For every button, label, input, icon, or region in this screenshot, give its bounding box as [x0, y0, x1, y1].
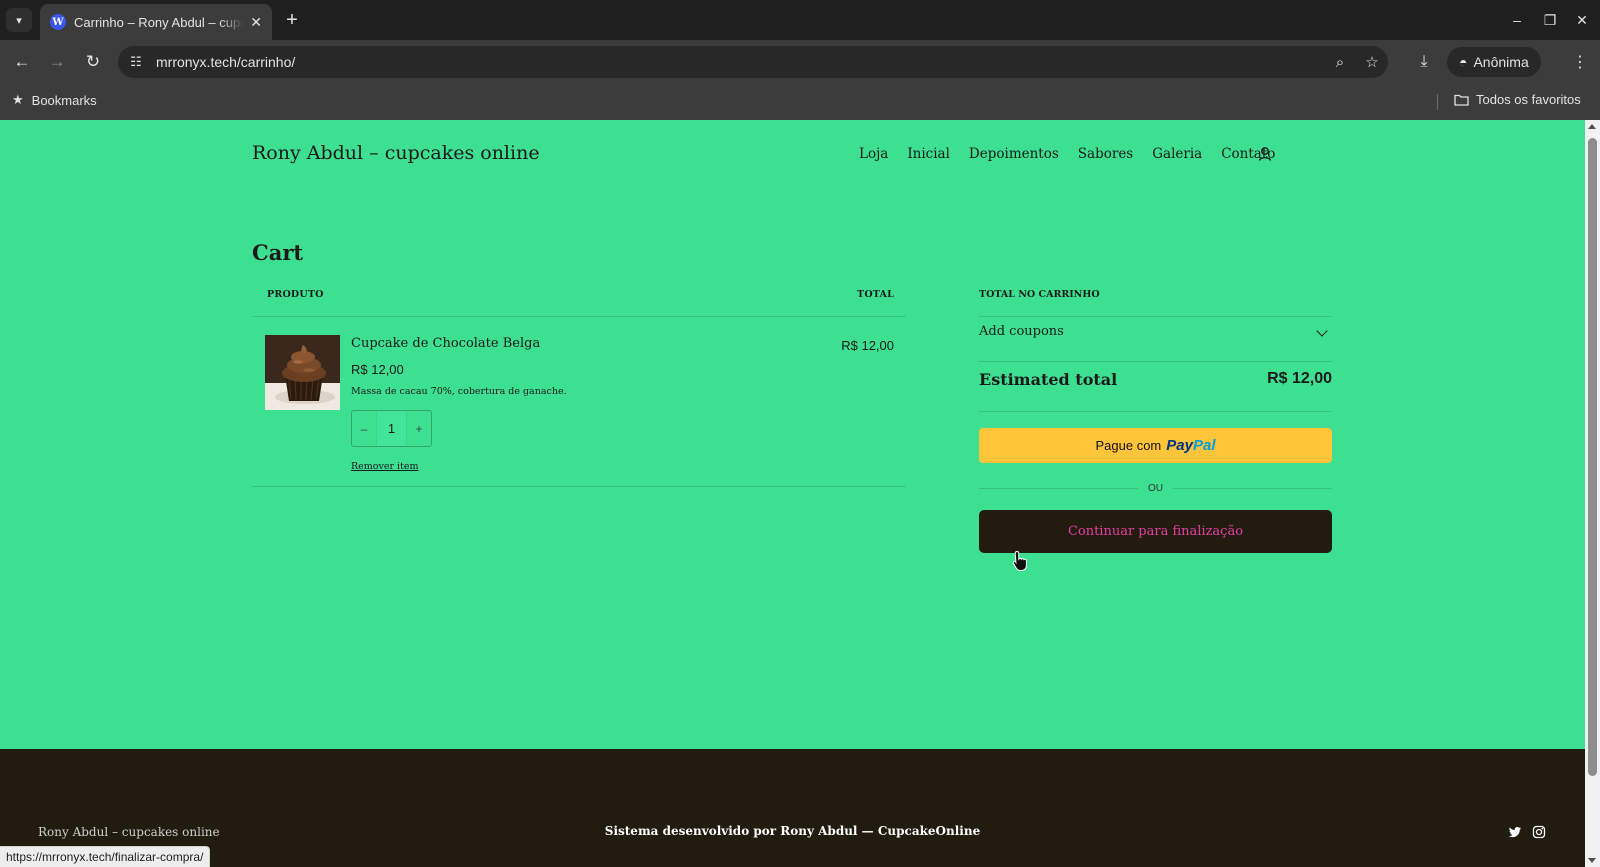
back-icon[interactable]: ←: [10, 50, 34, 74]
scroll-down-arrow-icon[interactable]: [1588, 858, 1596, 863]
nav-item-depoimentos[interactable]: Depoimentos: [969, 146, 1059, 162]
checkout-button-label: Continuar para finalização: [1067, 524, 1244, 539]
product-image[interactable]: [265, 335, 340, 410]
main-navigation: Loja Inicial Depoimentos Sabores Galeria…: [859, 146, 1275, 162]
nav-item-galeria[interactable]: Galeria: [1152, 146, 1202, 162]
bookmarks-label: Bookmarks: [31, 92, 97, 108]
new-tab-button[interactable]: +: [280, 8, 304, 32]
site-footer: Rony Abdul – cupcakes online Sistema des…: [0, 749, 1585, 867]
column-header-product: PRODUTO: [267, 289, 324, 300]
tab-title: Carrinho – Rony Abdul – cupcakes online: [74, 14, 244, 30]
tab-search-button[interactable]: ▾: [6, 8, 32, 32]
site-title-link[interactable]: Rony Abdul – cupcakes online: [252, 142, 540, 164]
quantity-decrease-button[interactable]: –: [352, 422, 376, 436]
wordpress-favicon-icon: W: [50, 14, 66, 30]
nav-item-inicial[interactable]: Inicial: [907, 146, 950, 162]
line-total: R$ 12,00: [841, 338, 894, 353]
browser-tab-active[interactable]: W Carrinho – Rony Abdul – cupcakes onlin…: [40, 4, 272, 40]
account-icon[interactable]: [1256, 145, 1274, 163]
close-window-icon[interactable]: ✕: [1570, 8, 1594, 32]
remove-item-link[interactable]: Remover item: [351, 461, 419, 472]
page-viewport: Rony Abdul – cupcakes online Loja Inicia…: [0, 120, 1585, 867]
quantity-input[interactable]: 1: [376, 411, 407, 446]
quantity-stepper: – 1 +: [351, 410, 432, 447]
forward-icon[interactable]: →: [45, 50, 69, 74]
page-scrollbar[interactable]: [1585, 120, 1600, 867]
zoom-icon[interactable]: ⌕: [1328, 50, 1352, 74]
or-separator-label: OU: [1148, 482, 1163, 494]
link-preview-status: https://mrronyx.tech/finalizar-compra/: [0, 846, 211, 867]
profile-label: Anônima: [1473, 54, 1529, 70]
folder-icon: [1454, 94, 1469, 106]
instagram-icon[interactable]: [1532, 825, 1546, 839]
paypal-button-label: Pague com: [1095, 438, 1162, 453]
close-tab-icon[interactable]: ✕: [250, 14, 262, 31]
chevron-down-icon: [1316, 325, 1328, 337]
product-name-link[interactable]: Cupcake de Chocolate Belga: [351, 336, 540, 351]
add-coupons-label: Add coupons: [979, 324, 1064, 339]
bookmarks-divider: [1437, 94, 1438, 110]
paypal-button[interactable]: Pague com PayPal: [979, 428, 1332, 463]
incognito-icon: ◓: [1459, 54, 1468, 70]
coupons-divider: [979, 361, 1332, 362]
quantity-increase-button[interactable]: +: [407, 422, 431, 436]
table-header-divider: [252, 316, 906, 317]
incognito-profile-button[interactable]: ◓ Anônima: [1447, 47, 1541, 77]
scrollbar-thumb[interactable]: [1588, 138, 1597, 776]
or-separator: OU: [979, 481, 1332, 495]
cart-items-divider: [252, 486, 906, 487]
estimated-total-value: R$ 12,00: [1267, 370, 1332, 387]
bookmarks-button[interactable]: ★ Bookmarks: [12, 92, 97, 108]
footer-credits: Sistema desenvolvido por Rony Abdul — Cu…: [604, 824, 981, 838]
totals-divider: [979, 411, 1332, 412]
nav-item-sabores[interactable]: Sabores: [1078, 146, 1133, 162]
page-title: Cart: [252, 240, 304, 265]
browser-toolbar: ← → ↻ ☷ mrronyx.tech/carrinho/ ⌕ ☆ ⤓ ◓ A…: [0, 40, 1600, 84]
estimated-total-label: Estimated total: [979, 370, 1118, 389]
column-header-total: TOTAL: [857, 289, 894, 300]
address-bar[interactable]: ☷ mrronyx.tech/carrinho/ ⌕ ☆: [118, 46, 1388, 78]
hand-cursor-icon: [1012, 550, 1027, 571]
product-unit-price: R$ 12,00: [351, 362, 404, 377]
bookmark-star-icon[interactable]: ☆: [1360, 50, 1384, 74]
nav-item-loja[interactable]: Loja: [859, 146, 888, 162]
star-icon: ★: [12, 92, 24, 107]
url-text[interactable]: mrronyx.tech/carrinho/: [156, 54, 295, 70]
totals-header-divider: [979, 316, 1332, 317]
site-info-icon[interactable]: ☷: [124, 50, 148, 74]
proceed-to-checkout-button[interactable]: Continuar para finalização: [979, 510, 1332, 553]
download-icon[interactable]: ⤓: [1412, 50, 1436, 74]
all-bookmarks-label: Todos os favoritos: [1476, 92, 1581, 107]
scroll-up-arrow-icon[interactable]: [1588, 124, 1596, 129]
paypal-logo-icon: PayPal: [1166, 437, 1216, 454]
chevron-down-icon: ▾: [16, 14, 22, 27]
all-bookmarks-button[interactable]: Todos os favoritos: [1454, 92, 1581, 107]
browser-tab-bar: ▾ W Carrinho – Rony Abdul – cupcakes onl…: [0, 0, 1600, 40]
twitter-icon[interactable]: [1508, 825, 1522, 839]
restore-icon[interactable]: ❐: [1538, 8, 1562, 32]
cart-totals-heading: TOTAL NO CARRINHO: [979, 289, 1100, 300]
minimize-icon[interactable]: –: [1505, 8, 1529, 32]
reload-icon[interactable]: ↻: [81, 50, 105, 74]
more-menu-icon[interactable]: ⋮: [1568, 50, 1592, 74]
product-description: Massa de cacau 70%, cobertura de ganache…: [351, 386, 567, 397]
add-coupons-toggle[interactable]: Add coupons: [979, 324, 1332, 339]
bookmarks-bar: ★ Bookmarks Todos os favoritos: [0, 84, 1600, 120]
cupcake-image: [265, 335, 340, 410]
